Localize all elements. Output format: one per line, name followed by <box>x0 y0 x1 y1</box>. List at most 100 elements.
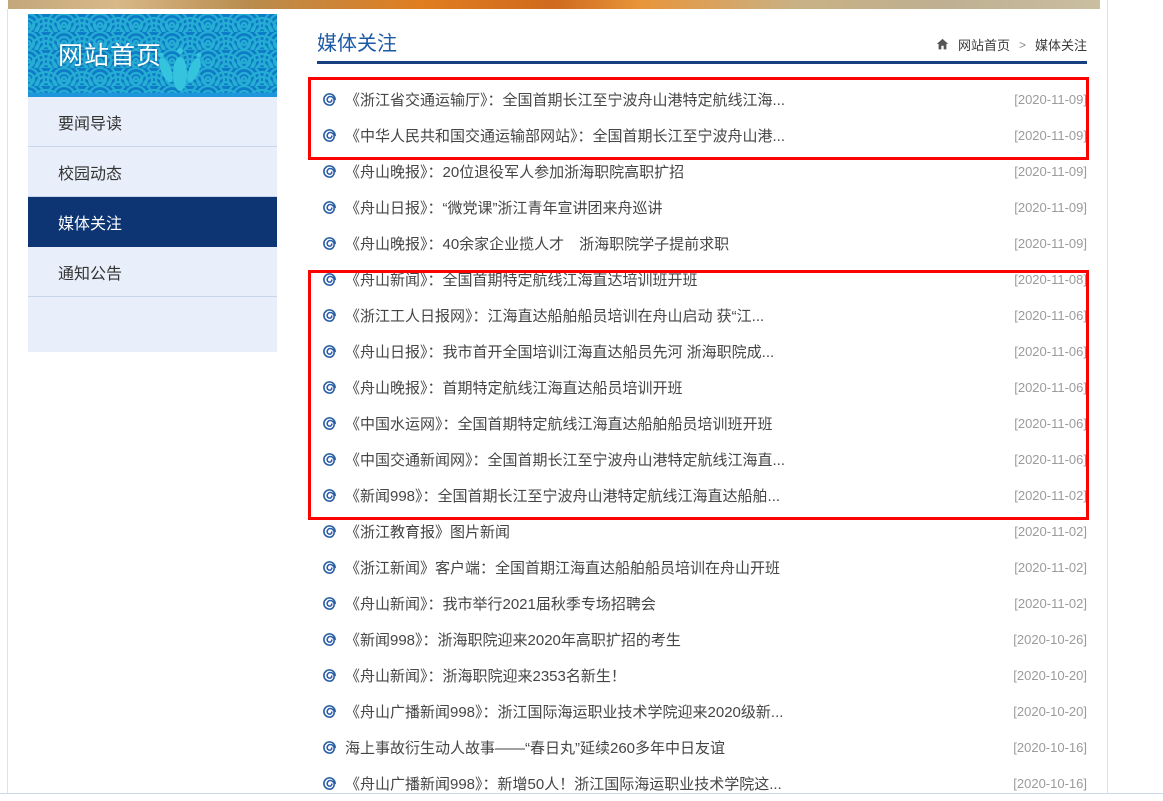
sidebar: 网站首页 要闻导读校园动态媒体关注通知公告 <box>28 14 277 352</box>
breadcrumb-home-link[interactable]: 网站首页 <box>958 35 1010 54</box>
news-date: [2020-11-02] <box>1014 488 1087 503</box>
news-link[interactable]: 《浙江教育报》图片新闻 <box>345 521 1002 542</box>
home-icon <box>936 38 949 51</box>
wave-swirl-icon <box>322 776 337 791</box>
wave-swirl-icon <box>322 632 337 647</box>
news-date: [2020-11-02] <box>1014 524 1087 539</box>
news-list-item: 《舟山广播新闻998》：浙江国际海运职业技术学院迎来2020级新... [202… <box>317 693 1087 729</box>
news-date: [2020-10-20] <box>1013 668 1087 683</box>
news-date: [2020-11-09] <box>1014 236 1087 251</box>
news-list-item: 《舟山晚报》：40余家企业揽人才 浙海职院学子提前求职 [2020-11-09] <box>317 225 1087 261</box>
news-list-item: 海上事故衍生动人故事——“春日丸”延续260多年中日友谊 [2020-10-16… <box>317 729 1087 765</box>
wave-swirl-icon <box>322 488 337 503</box>
news-link[interactable]: 《舟山广播新闻998》：新增50人！浙江国际海运职业技术学院这... <box>345 773 1001 794</box>
news-list-item: 《浙江工人日报网》：江海直达船舶船员培训在舟山启动 获“江... [2020-1… <box>317 297 1087 333</box>
news-list-item: 《中国交通新闻网》：全国首期长江至宁波舟山港特定航线江海直... [2020-1… <box>317 441 1087 477</box>
breadcrumb: 网站首页 > 媒体关注 <box>936 35 1087 58</box>
news-date: [2020-11-06] <box>1014 344 1087 359</box>
news-list-item: 《浙江教育报》图片新闻 [2020-11-02] <box>317 513 1087 549</box>
wave-swirl-icon <box>322 452 337 467</box>
news-link[interactable]: 《舟山晚报》：40余家企业揽人才 浙海职院学子提前求职 <box>345 233 1002 254</box>
wave-swirl-icon <box>322 272 337 287</box>
news-list-item: 《浙江省交通运输厅》：全国首期长江至宁波舟山港特定航线江海... [2020-1… <box>317 81 1087 117</box>
wave-swirl-icon <box>322 416 337 431</box>
news-date: [2020-11-09] <box>1014 128 1087 143</box>
sidebar-item-link[interactable]: 要闻导读 <box>28 97 277 147</box>
news-date: [2020-11-06] <box>1014 416 1087 431</box>
news-date: [2020-10-16] <box>1013 740 1087 755</box>
news-link[interactable]: 《舟山日报》：我市首开全国培训江海直达船员先河 浙海职院成... <box>345 341 1002 362</box>
news-list-item: 《浙江新闻》客户端：全国首期江海直达船舶船员培训在舟山开班 [2020-11-0… <box>317 549 1087 585</box>
news-date: [2020-11-06] <box>1014 380 1087 395</box>
wave-swirl-icon <box>322 200 337 215</box>
news-list-item: 《中华人民共和国交通运输部网站》：全国首期长江至宁波舟山港... [2020-1… <box>317 117 1087 153</box>
news-link[interactable]: 《舟山新闻》：全国首期特定航线江海直达培训班开班 <box>345 269 1002 290</box>
highlighted-news-group: 《舟山新闻》：全国首期特定航线江海直达培训班开班 [2020-11-08] 《浙… <box>317 261 1087 513</box>
news-link[interactable]: 《舟山晚报》：首期特定航线江海直达船员培训开班 <box>345 377 1002 398</box>
wave-swirl-icon <box>322 704 337 719</box>
wave-swirl-icon <box>322 740 337 755</box>
wave-swirl-icon <box>322 308 337 323</box>
news-link[interactable]: 《浙江工人日报网》：江海直达船舶船员培训在舟山启动 获“江... <box>345 305 1002 326</box>
news-link[interactable]: 《浙江省交通运输厅》：全国首期长江至宁波舟山港特定航线江海... <box>345 89 1002 110</box>
news-list-item: 《舟山新闻》：我市举行2021届秋季专场招聘会 [2020-11-02] <box>317 585 1087 621</box>
wave-swirl-icon <box>322 560 337 575</box>
news-link[interactable]: 《新闻998》：全国首期长江至宁波舟山港特定航线江海直达船舶... <box>345 485 1002 506</box>
news-list-item: 《舟山日报》：“微党课”浙江青年宣讲团来舟巡讲 [2020-11-09] <box>317 189 1087 225</box>
news-link[interactable]: 《舟山新闻》：我市举行2021届秋季专场招聘会 <box>345 593 1002 614</box>
news-list-item: 《舟山新闻》：全国首期特定航线江海直达培训班开班 [2020-11-08] <box>317 261 1087 297</box>
news-list-item: 《新闻998》：全国首期长江至宁波舟山港特定航线江海直达船舶... [2020-… <box>317 477 1087 513</box>
news-link[interactable]: 《舟山广播新闻998》：浙江国际海运职业技术学院迎来2020级新... <box>345 701 1001 722</box>
sidebar-header-title: 网站首页 <box>58 14 162 93</box>
sidebar-item-link[interactable]: 通知公告 <box>28 247 277 297</box>
wave-swirl-icon <box>322 164 337 179</box>
news-list-item: 《舟山新闻》：浙海职院迎来2353名新生！ [2020-10-20] <box>317 657 1087 693</box>
news-date: [2020-11-08] <box>1014 272 1087 287</box>
wave-swirl-icon <box>322 128 337 143</box>
wave-swirl-icon <box>322 92 337 107</box>
news-link[interactable]: 《新闻998》：浙海职院迎来2020年高职扩招的考生 <box>345 629 1001 650</box>
news-date: [2020-11-02] <box>1014 596 1087 611</box>
news-date: [2020-11-06] <box>1014 452 1087 467</box>
news-date: [2020-11-02] <box>1014 560 1087 575</box>
page-left-border <box>7 9 8 793</box>
news-list-item: 《舟山广播新闻998》：新增50人！浙江国际海运职业技术学院这... [2020… <box>317 765 1087 801</box>
wave-swirl-icon <box>322 524 337 539</box>
sidebar-menu: 要闻导读校园动态媒体关注通知公告 <box>28 97 277 297</box>
news-group: 《舟山晚报》：20位退役军人参加浙海职院高职扩招 [2020-11-09] 《舟… <box>317 153 1087 261</box>
news-list: 《浙江省交通运输厅》：全国首期长江至宁波舟山港特定航线江海... [2020-1… <box>317 64 1087 801</box>
news-list-item: 《舟山晚报》：20位退役军人参加浙海职院高职扩招 [2020-11-09] <box>317 153 1087 189</box>
news-list-item: 《新闻998》：浙海职院迎来2020年高职扩招的考生 [2020-10-26] <box>317 621 1087 657</box>
page-right-border <box>1107 0 1108 793</box>
wave-swirl-icon <box>322 668 337 683</box>
news-list-item: 《舟山晚报》：首期特定航线江海直达船员培训开班 [2020-11-06] <box>317 369 1087 405</box>
news-link[interactable]: 海上事故衍生动人故事——“春日丸”延续260多年中日友谊 <box>345 737 1001 758</box>
highlighted-news-group: 《浙江省交通运输厅》：全国首期长江至宁波舟山港特定航线江海... [2020-1… <box>317 81 1087 153</box>
news-link[interactable]: 《舟山日报》：“微党课”浙江青年宣讲团来舟巡讲 <box>345 197 1002 218</box>
sidebar-item-link[interactable]: 校园动态 <box>28 147 277 197</box>
news-list-item: 《中国水运网》：全国首期特定航线江海直达船舶船员培训班开班 [2020-11-0… <box>317 405 1087 441</box>
news-date: [2020-10-20] <box>1013 704 1087 719</box>
sidebar-item-active[interactable]: 媒体关注 <box>28 197 277 247</box>
wave-swirl-icon <box>322 344 337 359</box>
news-list-item: 《舟山日报》：我市首开全国培训江海直达船员先河 浙海职院成... [2020-1… <box>317 333 1087 369</box>
banner-photo-strip <box>8 0 1100 9</box>
sidebar-header: 网站首页 <box>28 14 277 97</box>
news-link[interactable]: 《舟山新闻》：浙海职院迎来2353名新生！ <box>345 665 1001 686</box>
sidebar-filler <box>28 297 277 352</box>
breadcrumb-separator: > <box>1019 38 1026 52</box>
page-title: 媒体关注 <box>317 30 397 58</box>
news-link[interactable]: 《中国交通新闻网》：全国首期长江至宁波舟山港特定航线江海直... <box>345 449 1002 470</box>
wave-swirl-icon <box>322 596 337 611</box>
wave-swirl-icon <box>322 380 337 395</box>
news-date: [2020-11-09] <box>1014 92 1087 107</box>
news-date: [2020-11-09] <box>1014 200 1087 215</box>
news-link[interactable]: 《舟山晚报》：20位退役军人参加浙海职院高职扩招 <box>345 161 1002 182</box>
wave-swirl-icon <box>322 236 337 251</box>
news-group: 《浙江教育报》图片新闻 [2020-11-02] 《浙江新闻》客户端：全国首期江… <box>317 513 1087 801</box>
news-link[interactable]: 《中华人民共和国交通运输部网站》：全国首期长江至宁波舟山港... <box>345 125 1002 146</box>
news-link[interactable]: 《中国水运网》：全国首期特定航线江海直达船舶船员培训班开班 <box>345 413 1002 434</box>
breadcrumb-current: 媒体关注 <box>1035 35 1087 54</box>
news-date: [2020-10-16] <box>1013 776 1087 791</box>
news-link[interactable]: 《浙江新闻》客户端：全国首期江海直达船舶船员培训在舟山开班 <box>345 557 1002 578</box>
